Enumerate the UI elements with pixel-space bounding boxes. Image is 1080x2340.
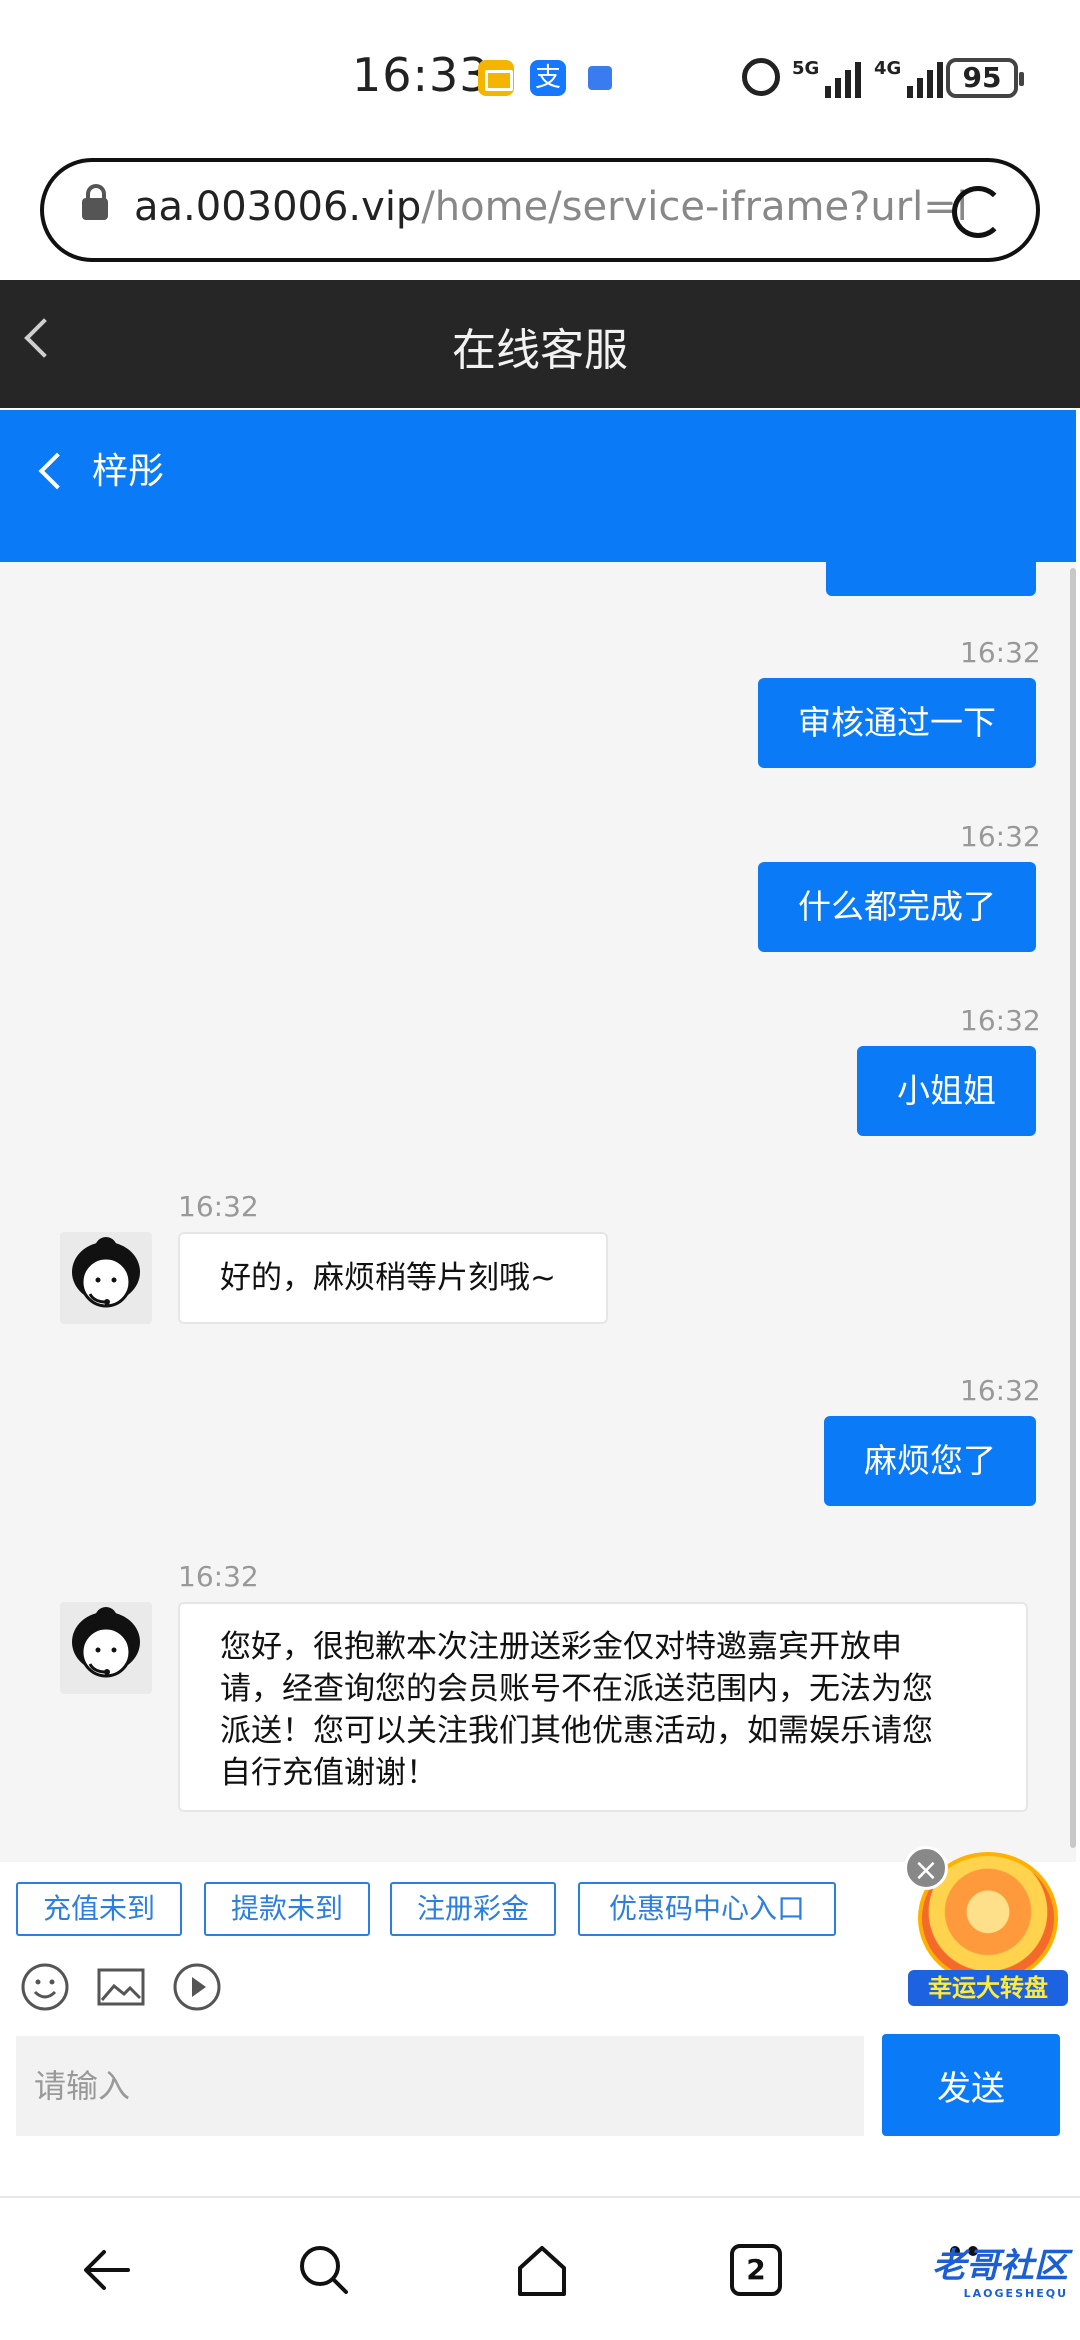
agent-avatar (60, 1232, 152, 1324)
outgoing-message: 什么都完成了 (758, 862, 1036, 952)
outgoing-message: 麻烦您了 (824, 1416, 1036, 1506)
incoming-message: 好的，麻烦稍等片刻哦~ (178, 1232, 608, 1324)
alipay-notification-icon: 支 (530, 60, 566, 96)
quick-reply-deposit[interactable]: 充值未到 (16, 1882, 182, 1936)
message-time: 16:32 (178, 1560, 259, 1593)
url-text[interactable]: aa.003006.vip/home/service-iframe?url=ht… (134, 184, 964, 230)
message-time: 16:32 (960, 820, 1041, 853)
signal-5g-icon: 5G (792, 58, 862, 98)
chat-messages[interactable]: 16:32 审核通过一下 16:32 什么都完成了 16:32 小姐姐 16:3… (0, 562, 1076, 1862)
app-header: 在线客服 (0, 280, 1080, 408)
outgoing-message: 审核通过一下 (758, 678, 1036, 768)
signal-4g-icon: 4G (874, 58, 944, 98)
message-time: 16:32 (960, 636, 1041, 669)
send-button[interactable]: 发送 (882, 2034, 1060, 2136)
image-icon[interactable] (96, 1962, 146, 2012)
agent-name: 梓彤 (92, 451, 165, 492)
network-4g-label: 4G (874, 58, 902, 79)
message-time: 16:32 (960, 1374, 1041, 1407)
back-icon[interactable] (76, 2238, 140, 2302)
lucky-wheel-promo[interactable]: 幸运大转盘 × (904, 1846, 1068, 2006)
agent-avatar-icon (72, 1607, 140, 1678)
home-icon[interactable] (510, 2238, 574, 2302)
url-domain: aa.003006.vip (134, 184, 422, 230)
chat-back-icon[interactable] (38, 452, 76, 490)
message-line: 请，经查询您的会员账号不在派送范围内，无法为您 (220, 1671, 933, 1707)
close-icon[interactable]: × (904, 1846, 948, 1890)
agent-avatar-icon (72, 1237, 140, 1308)
reload-icon[interactable] (952, 186, 1004, 238)
message-time: 16:32 (178, 1190, 259, 1223)
status-bar: 16:33 支 5G 4G 95 (0, 0, 1080, 150)
watermark-subtext: LAOGESHEQU (963, 2287, 1068, 2300)
agent-avatar (60, 1602, 152, 1694)
scrollbar[interactable] (1070, 568, 1076, 1848)
mail-notification-icon (478, 60, 514, 96)
composer: 发送 (0, 2034, 1076, 2146)
search-icon[interactable] (292, 2238, 356, 2302)
network-5g-label: 5G (792, 58, 820, 79)
site-watermark: 老哥社区 LAOGESHEQU (842, 2244, 1068, 2308)
message-time: 16:32 (960, 1004, 1041, 1037)
battery-icon: 95 (946, 58, 1024, 98)
emoji-icon[interactable] (20, 1962, 70, 2012)
outgoing-message: 小姐姐 (857, 1046, 1036, 1136)
outgoing-bubble-partial (826, 562, 1036, 596)
lucky-wheel-label: 幸运大转盘 (908, 1970, 1068, 2006)
url-path: /home/service-iframe?url=htt (421, 184, 964, 230)
watermark-text: 老哥社区 (932, 2246, 1068, 2286)
status-time: 16:33 (352, 48, 490, 102)
tabs-count-button[interactable]: 2 (730, 2244, 782, 2296)
message-input[interactable] (16, 2036, 864, 2136)
address-bar[interactable]: aa.003006.vip/home/service-iframe?url=ht… (40, 158, 1040, 262)
incoming-message: 您好，很抱歉本次注册送彩金仅对特邀嘉宾开放申 请，经查询您的会员账号不在派送范围… (178, 1602, 1028, 1812)
page-title: 在线客服 (452, 325, 628, 376)
chat-header: 梓彤 (0, 410, 1076, 562)
alarm-icon (742, 58, 780, 96)
video-play-icon[interactable] (172, 1962, 222, 2012)
lock-icon[interactable] (82, 184, 108, 220)
quick-reply-withdraw[interactable]: 提款未到 (204, 1882, 370, 1936)
quick-reply-register-bonus[interactable]: 注册彩金 (390, 1882, 556, 1936)
message-line: 派送！您可以关注我们其他优惠活动，如需娱乐请您 (220, 1713, 933, 1749)
message-line: 自行充值谢谢！ (220, 1755, 437, 1791)
calendar-notification-icon (588, 66, 612, 90)
message-line: 您好，很抱歉本次注册送彩金仅对特邀嘉宾开放申 (220, 1629, 902, 1665)
quick-reply-promo-code[interactable]: 优惠码中心入口 (578, 1882, 836, 1936)
